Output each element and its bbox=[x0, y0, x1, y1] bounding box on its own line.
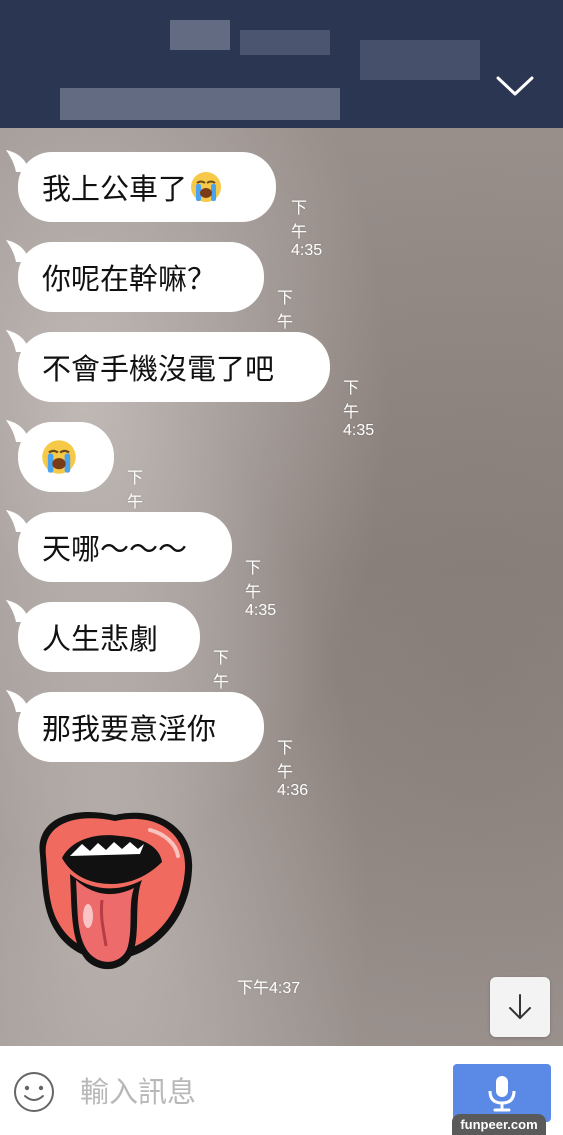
message-bubble[interactable]: 我上公車了 bbox=[18, 152, 276, 222]
message-bubble[interactable]: 人生悲劇 bbox=[18, 602, 200, 672]
loudly-crying-face-icon bbox=[42, 440, 76, 474]
message-time: 下午4:35 bbox=[245, 560, 277, 619]
message-time: 下午4:36 bbox=[277, 740, 309, 799]
message-text: 那我要意淫你 bbox=[42, 712, 217, 746]
message-bubble[interactable]: 天哪～～～ bbox=[18, 512, 232, 582]
microphone-icon bbox=[488, 1076, 516, 1112]
message-text: 人生悲劇 bbox=[42, 622, 159, 656]
blurred-contact-name bbox=[60, 88, 340, 120]
chat-header bbox=[0, 0, 563, 128]
scroll-to-bottom-button[interactable] bbox=[490, 977, 550, 1037]
message-bubble[interactable] bbox=[18, 422, 114, 492]
blurred-contact-name bbox=[240, 30, 330, 55]
message-time: 下午4:35 bbox=[343, 380, 375, 439]
smiley-icon bbox=[14, 1072, 54, 1112]
arrow-down-icon bbox=[509, 994, 531, 1019]
message-bubble[interactable]: 不會手機沒電了吧 bbox=[18, 332, 330, 402]
sticker-time: 下午4:37 bbox=[237, 980, 301, 997]
message-bubble[interactable]: 那我要意淫你 bbox=[18, 692, 264, 762]
message-text: 天哪～～～ bbox=[42, 532, 188, 566]
mouth-tongue-sticker[interactable] bbox=[30, 800, 200, 975]
chevron-down-icon[interactable] bbox=[495, 72, 535, 100]
message-text: 我上公車了 bbox=[42, 172, 188, 206]
message-bubble[interactable]: 你呢在幹嘛？ bbox=[18, 242, 264, 312]
message-time: 下午4:35 bbox=[291, 200, 323, 259]
message-input[interactable] bbox=[78, 1066, 442, 1118]
message-text: 不會手機沒電了吧 bbox=[42, 352, 275, 386]
watermark: funpeer.com bbox=[452, 1114, 546, 1135]
emoji-button[interactable] bbox=[13, 1071, 55, 1113]
loudly-crying-face-icon bbox=[191, 172, 222, 202]
blurred-contact-name bbox=[170, 20, 230, 50]
blurred-contact-name bbox=[360, 40, 480, 80]
message-text: 你呢在幹嘛？ bbox=[42, 262, 217, 296]
